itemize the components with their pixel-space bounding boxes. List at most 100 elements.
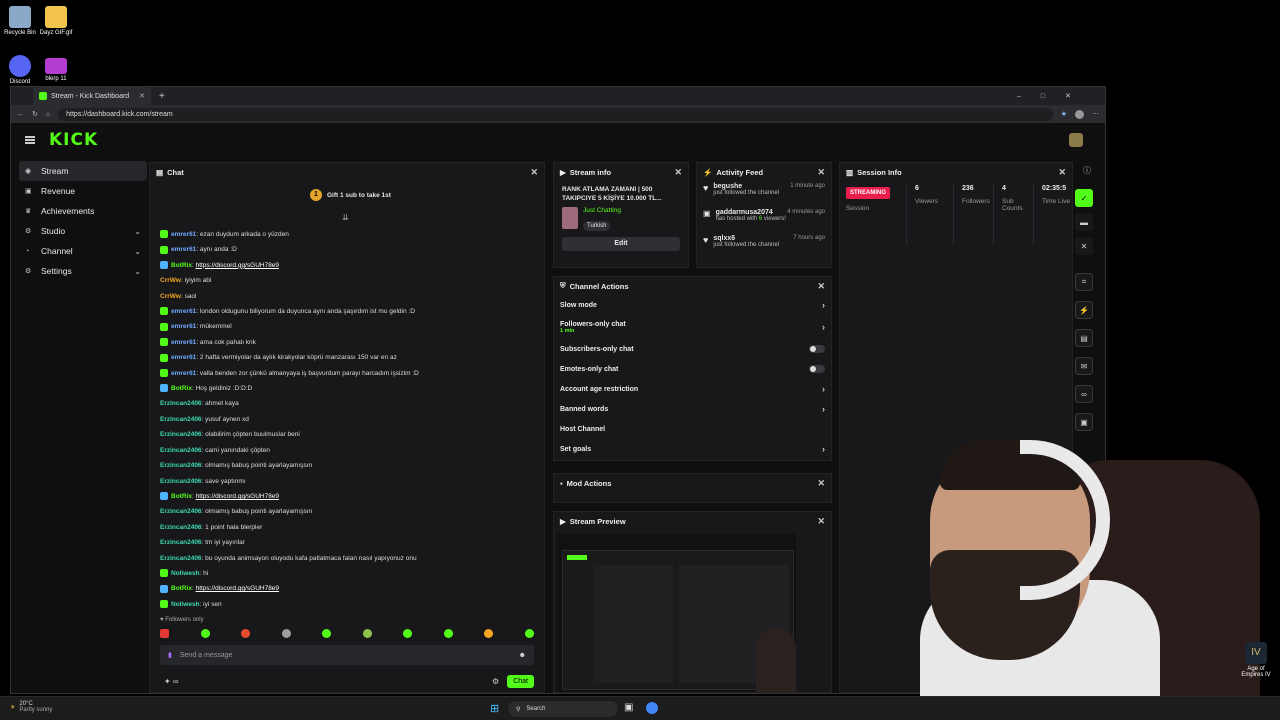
close-icon[interactable]: ✕ (674, 167, 682, 178)
subscribers-only-toggle[interactable] (809, 345, 825, 353)
emotes-only-toggle[interactable] (809, 365, 825, 373)
reload-icon[interactable]: ↻ (32, 110, 38, 118)
emote-icon[interactable] (362, 629, 372, 638)
emote-icon[interactable] (403, 629, 413, 638)
chat-username[interactable]: Erzincan2406 (160, 478, 202, 485)
close-icon[interactable]: ✕ (530, 167, 538, 178)
chat-username[interactable]: emrer61 (171, 370, 196, 377)
desktop-icon-blerp[interactable]: blerp 11 (36, 58, 76, 82)
gift-sub-banner[interactable]: 1 Gift 1 sub to take 1st (310, 189, 391, 201)
emote-icon[interactable] (241, 629, 251, 638)
close-icon[interactable]: ✕ (817, 281, 825, 292)
close-icon[interactable]: ✕ (817, 167, 825, 178)
user-avatar[interactable] (1069, 133, 1083, 147)
url-field[interactable]: https://dashboard.kick.com/stream (58, 107, 1053, 121)
task-view-icon[interactable]: ▣ (624, 702, 633, 713)
stack-widget-icon[interactable]: ▣ (1075, 413, 1093, 431)
window-controls[interactable]: –□✕ (1017, 92, 1091, 100)
emote-icon[interactable] (322, 629, 332, 638)
close-icon[interactable]: ✕ (817, 516, 825, 527)
sidebar-item-stream[interactable]: ◉ Stream (19, 161, 147, 181)
tab-kick-dashboard[interactable]: Stream - Kick Dashboard ✕ (33, 87, 151, 105)
home-icon[interactable]: ⌂ (46, 111, 50, 118)
chat-username[interactable]: Erzincan2406 (160, 400, 202, 407)
info-icon[interactable]: ⓘ (1083, 165, 1091, 176)
edit-button[interactable]: Edit (562, 237, 680, 251)
taskbar-search[interactable]: ⚲ Search (508, 701, 618, 717)
chat-username[interactable]: BotRix (171, 385, 192, 392)
check-button[interactable]: ✓ (1075, 189, 1093, 207)
slow-mode-row[interactable]: Slow mode › (554, 295, 831, 315)
link-widget-icon[interactable]: ∞ (1075, 385, 1093, 403)
chat-username[interactable]: emrer61 (171, 308, 196, 315)
chat-username[interactable]: BotRix (171, 493, 192, 500)
chat-widget-icon[interactable]: ✉ (1075, 357, 1093, 375)
close-icon[interactable]: ✕ (817, 478, 825, 489)
chat-username[interactable]: Erzincan2406 (160, 508, 202, 515)
scroll-down-icon[interactable]: ⇊ (342, 213, 349, 222)
desktop-icon-recycle-bin[interactable]: Recycle Bin (0, 6, 40, 36)
profile-avatar-icon[interactable] (1075, 109, 1084, 119)
emote-icon[interactable] (524, 629, 534, 638)
chat-send-button[interactable]: Chat (507, 674, 534, 688)
more-menu-icon[interactable]: ⋯ (1092, 110, 1099, 118)
chat-username[interactable]: Erzincan2406 (160, 555, 202, 562)
sidebar-item-settings[interactable]: ⚙ Settings ⌄ (19, 261, 147, 281)
chat-username[interactable]: CrrWw (160, 293, 181, 300)
mic-icon[interactable]: ▮ (168, 651, 172, 659)
kick-logo[interactable]: KICK (49, 130, 98, 150)
chat-username[interactable]: CrrWw (160, 277, 181, 284)
widget-icon[interactable]: ⌗ (1075, 273, 1093, 291)
followers-only-row[interactable]: Followers-only chat 1 min › (554, 315, 831, 339)
sidebar-item-achievements[interactable]: ♛ Achievements (19, 201, 147, 221)
chat-username[interactable]: Erzincan2406 (160, 524, 202, 531)
chat-username[interactable]: Erzincan2406 (160, 462, 202, 469)
desktop-icon-age-of-empires[interactable]: IV Age of Empires IV (1236, 642, 1276, 678)
category-thumbnail[interactable] (562, 207, 578, 229)
menu-icon[interactable] (25, 136, 35, 144)
close-icon[interactable]: ✕ (1058, 167, 1066, 178)
emoji-icon[interactable]: ☻ (519, 652, 526, 659)
bolt-widget-icon[interactable]: ⚡ (1075, 301, 1093, 319)
list-widget-icon[interactable]: ▤ (1075, 329, 1093, 347)
chat-link[interactable]: https://discord.gg/sGUH78e9 (196, 585, 279, 592)
emote-icon[interactable] (160, 629, 169, 638)
desktop-icon-dayz-gif[interactable]: Dayz GIF.gif (36, 6, 76, 36)
chat-username[interactable]: emrer61 (171, 246, 196, 253)
chat-username[interactable]: Erzincan2406 (160, 539, 202, 546)
chat-username[interactable]: Erzincan2406 (160, 447, 202, 454)
emote-icon[interactable] (281, 629, 291, 638)
emote-icon[interactable] (200, 629, 210, 638)
chat-username[interactable]: Noliwesh (171, 601, 200, 608)
chat-username[interactable]: emrer61 (171, 339, 196, 346)
chat-username[interactable]: BotRix (171, 262, 192, 269)
banned-words-row[interactable]: Banned words › (554, 399, 831, 419)
host-channel-row[interactable]: Host Channel (554, 419, 831, 439)
activity-user[interactable]: begushe (713, 183, 742, 190)
chat-username[interactable]: emrer61 (171, 323, 196, 330)
back-icon[interactable]: ← (17, 111, 24, 118)
chat-username[interactable]: Erzincan2406 (160, 431, 202, 438)
chat-username[interactable]: Erzincan2406 (160, 416, 202, 423)
activity-user[interactable]: sqlxx6 (713, 235, 735, 242)
sidebar-item-channel[interactable]: ◔ Channel ⌄ (19, 241, 147, 261)
category-label[interactable]: Just Chatting (583, 207, 621, 214)
points-icon[interactable]: ✦ ∞ (164, 677, 179, 686)
desktop-icon-discord[interactable]: Discord (0, 55, 40, 85)
preview-video[interactable] (556, 534, 796, 692)
weather-widget[interactable]: ☀ 20°C Partly sunny (10, 701, 52, 713)
message-input[interactable]: ▮ Send a message ☻ (160, 645, 534, 665)
account-age-row[interactable]: Account age restriction › (554, 379, 831, 399)
new-tab-icon[interactable]: + (159, 91, 165, 102)
close-layout-icon[interactable]: ✕ (1075, 237, 1093, 255)
chat-settings-icon[interactable]: ⚙ (492, 677, 499, 686)
chat-link[interactable]: https://discord.gg/sGUH78e9 (196, 493, 279, 500)
favorite-star-icon[interactable]: ★ (1061, 110, 1067, 118)
sidebar-item-studio[interactable]: ⚙ Studio ⌄ (19, 221, 147, 241)
set-goals-row[interactable]: Set goals › (554, 439, 831, 459)
chat-username[interactable]: Noliwesh (171, 570, 200, 577)
sidebar-item-revenue[interactable]: ▣ Revenue (19, 181, 147, 201)
chat-link[interactable]: https://discord.gg/sGUH78e9 (196, 262, 279, 269)
chat-username[interactable]: BotRix (171, 585, 192, 592)
chrome-taskbar-icon[interactable] (646, 702, 658, 714)
